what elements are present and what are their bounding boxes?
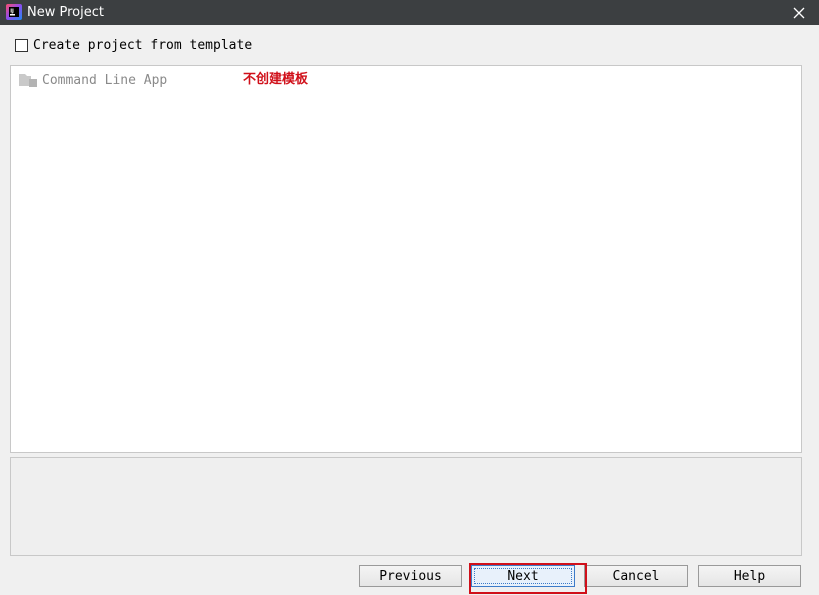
template-list[interactable]: Command Line App (10, 65, 802, 453)
close-icon (793, 7, 805, 18)
help-button[interactable]: Help (698, 565, 801, 587)
annotation-text: 不创建模板 (243, 72, 309, 87)
svg-text:IJ: IJ (10, 9, 14, 15)
create-from-template-checkbox[interactable] (15, 38, 28, 52)
title-bar: IJ New Project (0, 0, 819, 25)
list-item[interactable]: Command Line App (19, 72, 167, 88)
previous-button[interactable]: Previous (359, 565, 462, 587)
description-panel (10, 457, 802, 556)
cancel-button[interactable]: Cancel (584, 565, 688, 587)
folder-icon (19, 74, 37, 87)
close-button[interactable] (779, 0, 819, 25)
intellij-icon: IJ (5, 3, 23, 21)
create-from-template-label: Create project from template (33, 37, 253, 53)
list-item-label: Command Line App (42, 72, 168, 88)
window-title: New Project (27, 5, 104, 20)
create-from-template-option[interactable]: Create project from template (15, 37, 252, 53)
highlight-annotation-box (469, 563, 587, 594)
